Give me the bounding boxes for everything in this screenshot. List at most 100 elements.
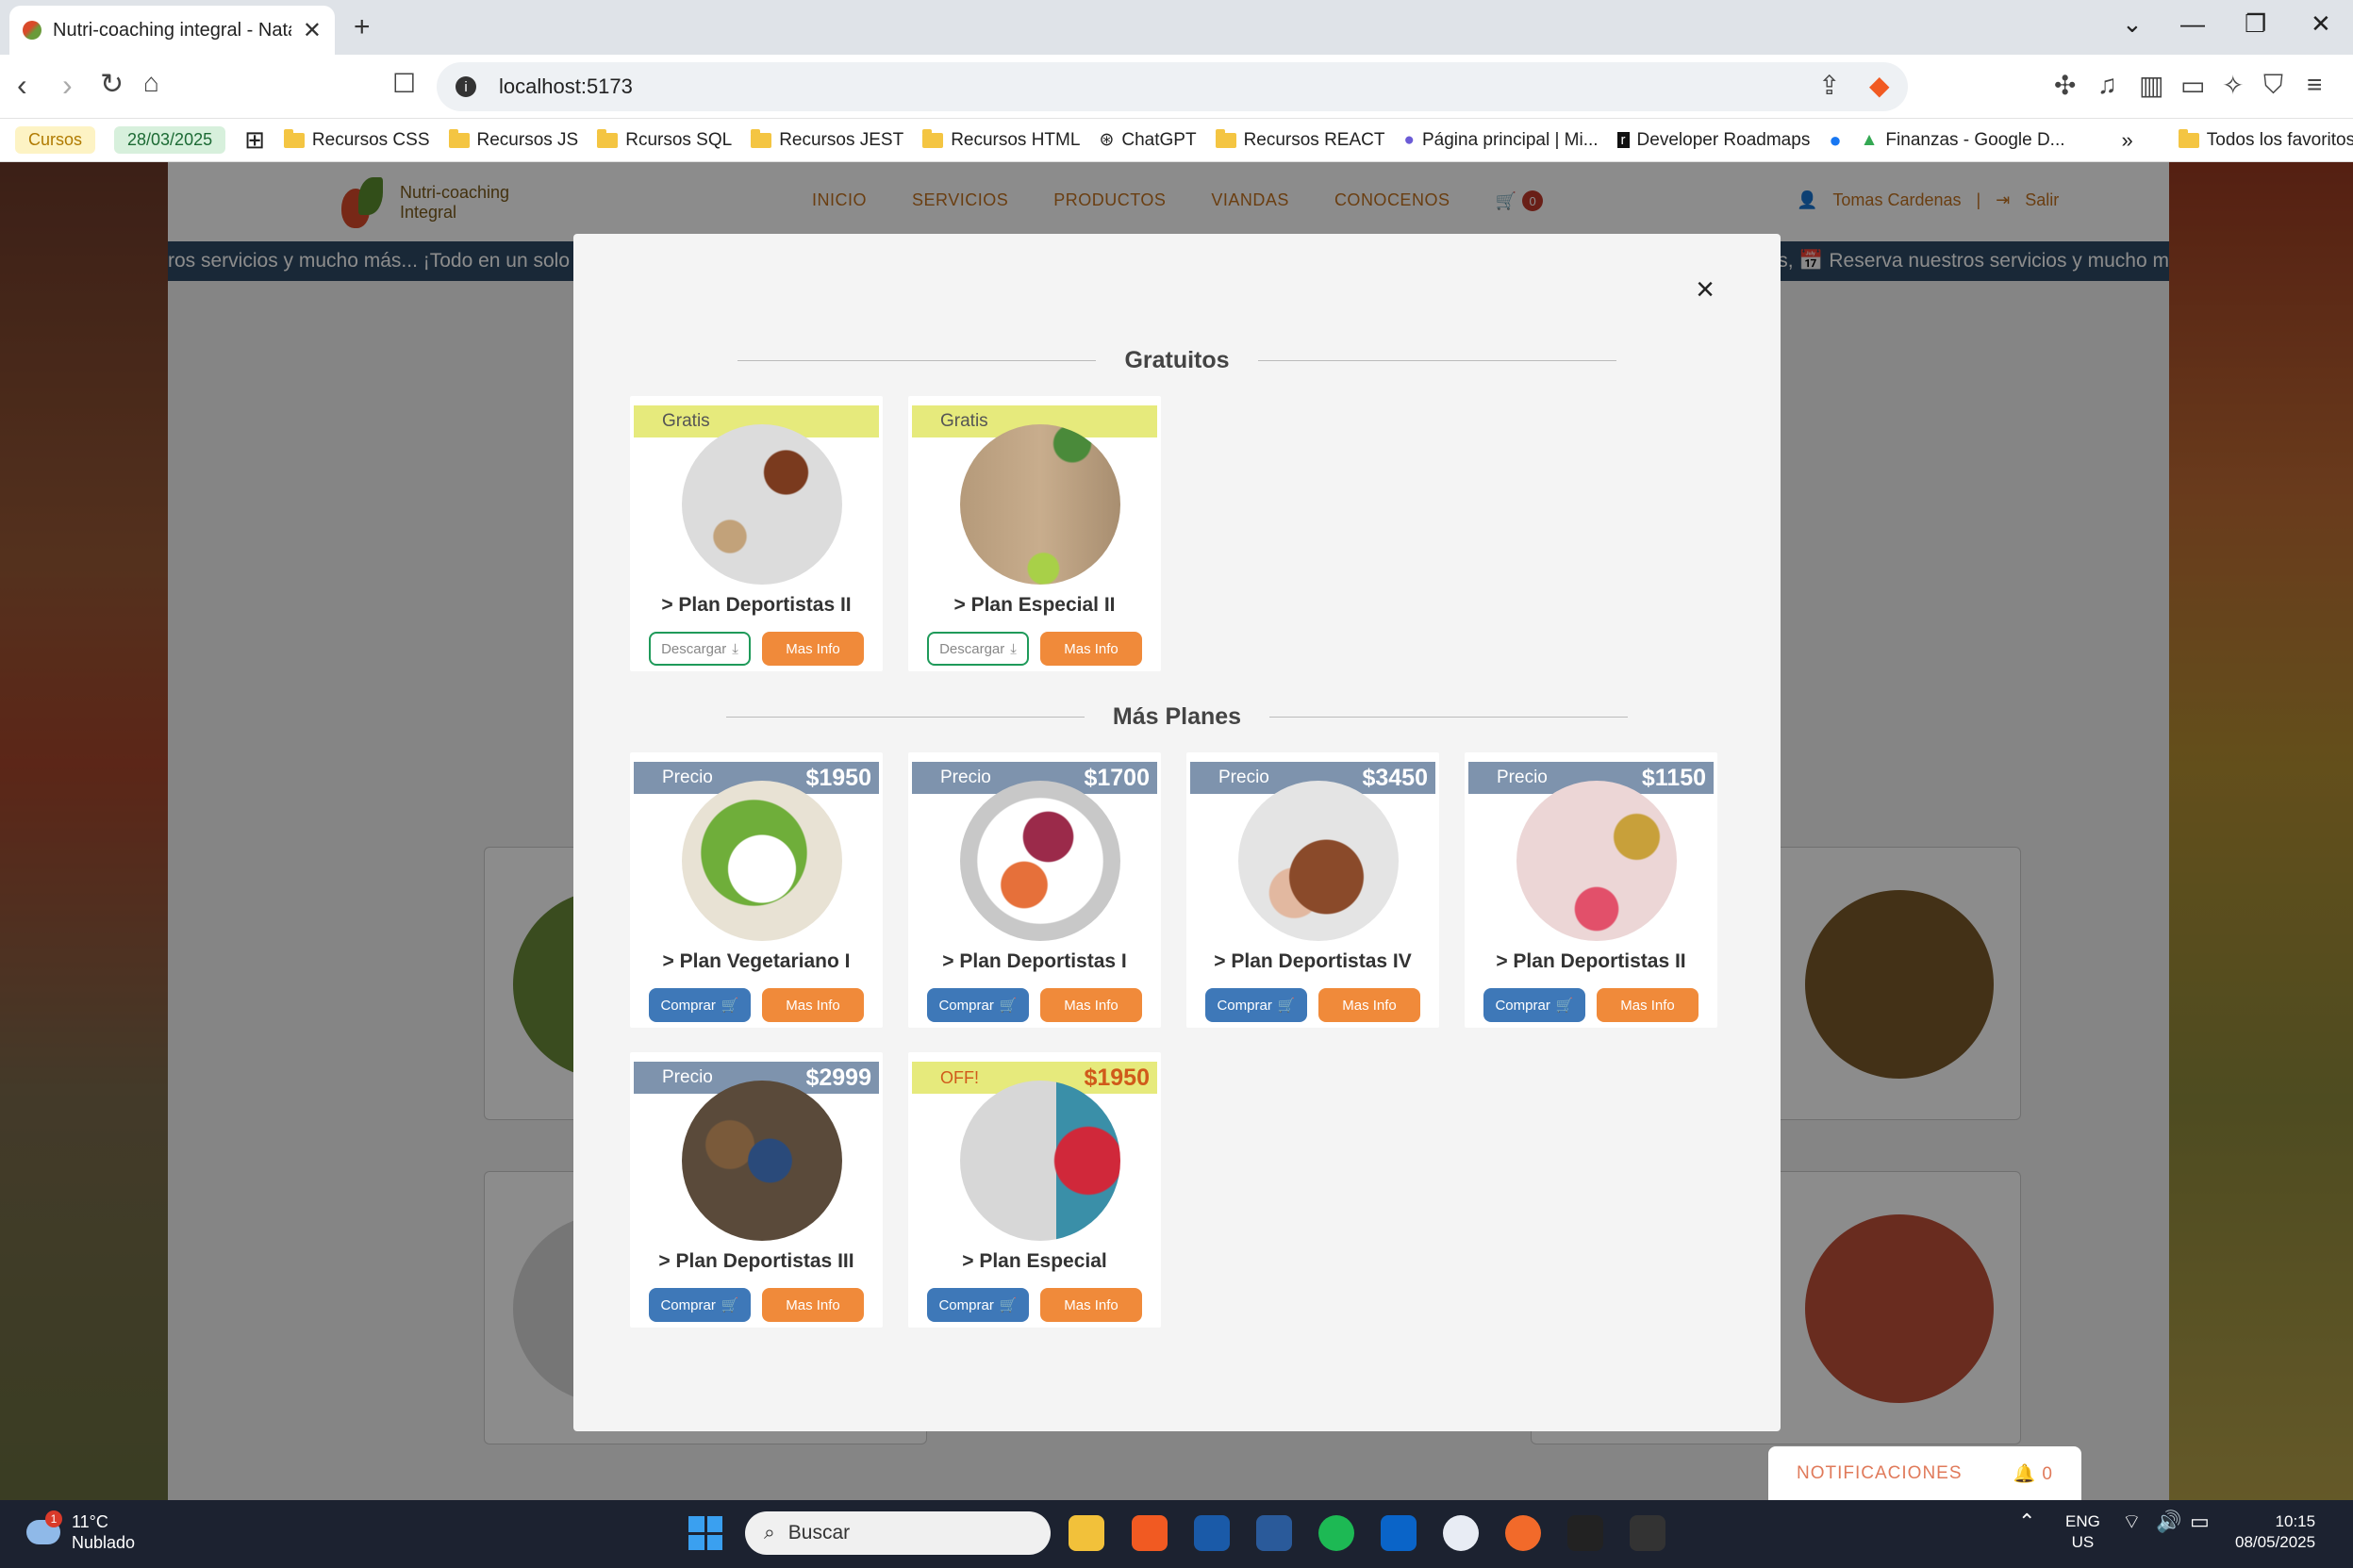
copilot-icon: ● <box>1403 129 1415 150</box>
sidebar-icon[interactable]: ▥ <box>2139 70 2163 101</box>
postman-icon[interactable] <box>1505 1515 1541 1551</box>
buy-button[interactable]: Comprar 🛒 <box>927 988 1029 1022</box>
outlook-icon[interactable] <box>1381 1515 1417 1551</box>
download-label: Descargar <box>939 640 1005 657</box>
app-icon[interactable] <box>1567 1515 1603 1551</box>
battery-icon[interactable]: ▭ <box>2190 1511 2210 1532</box>
browser-tab[interactable]: Nutri-coaching integral - Natas ✕ <box>9 6 335 55</box>
forward-icon[interactable]: › <box>62 68 73 103</box>
close-window-icon[interactable]: ✕ <box>2311 9 2331 39</box>
spotify-icon[interactable] <box>1318 1515 1354 1551</box>
folder-icon <box>283 128 305 148</box>
bookmark-finanzas[interactable]: ▲ Finanzas - Google D... <box>1861 130 2065 151</box>
plan-image <box>682 1081 842 1241</box>
plan-image <box>682 424 842 585</box>
more-info-button[interactable]: Mas Info <box>762 632 864 666</box>
download-button[interactable]: Descargar ⤓ <box>649 632 751 666</box>
more-info-button[interactable]: Mas Info <box>762 1288 864 1322</box>
download-icon: ⤓ <box>1010 640 1017 657</box>
bookmark-folder[interactable]: Recursos CSS <box>283 128 430 151</box>
back-icon[interactable]: ‹ <box>17 68 27 103</box>
clock-date: 08/05/2025 <box>2235 1533 2316 1551</box>
free-plan-card: Gratis > Plan Especial II Descargar ⤓ Mas… <box>908 396 1161 671</box>
brave-shield-icon[interactable]: ◆ <box>1869 70 1890 101</box>
bookmark-roadmaps[interactable]: r Developer Roadmaps <box>1616 129 1811 151</box>
reload-icon[interactable]: ↻ <box>100 68 124 101</box>
bookmark-date[interactable]: 28/03/2025 <box>114 126 226 154</box>
more-info-button[interactable]: Mas Info <box>1318 988 1420 1022</box>
language-indicator[interactable]: ENG US <box>2065 1511 2100 1553</box>
more-info-button[interactable]: Mas Info <box>1040 988 1142 1022</box>
restore-icon[interactable]: ❐ <box>2245 9 2266 39</box>
weather-widget[interactable]: 1 11°C Nublado <box>26 1510 135 1553</box>
download-button[interactable]: Descargar ⤓ <box>927 632 1029 666</box>
plan-image <box>682 781 842 941</box>
more-info-button[interactable]: Mas Info <box>1040 1288 1142 1322</box>
tray-chevron-icon[interactable]: ⌃ <box>2018 1511 2035 1532</box>
bookmark-microsoft[interactable]: ● Página principal | Mi... <box>1403 130 1598 151</box>
buy-button[interactable]: Comprar 🛒 <box>927 1288 1029 1322</box>
buy-button[interactable]: Comprar 🛒 <box>649 988 751 1022</box>
url-field[interactable]: i localhost:5173 <box>437 62 1908 111</box>
minimize-icon[interactable]: — <box>2180 9 2205 39</box>
bookmark-folder[interactable]: Recursos JEST <box>751 128 903 151</box>
home-icon[interactable]: ⌂ <box>143 68 159 98</box>
site-info-icon[interactable]: i <box>456 76 476 97</box>
more-info-button[interactable]: Mas Info <box>762 988 864 1022</box>
plan-name[interactable]: > Plan Especial <box>908 1250 1161 1273</box>
clock[interactable]: 10:15 08/05/2025 <box>2235 1511 2315 1553</box>
wallet-icon[interactable]: ▭ <box>2180 70 2205 101</box>
terminal-icon[interactable] <box>1630 1515 1665 1551</box>
more-info-button[interactable]: Mas Info <box>1040 632 1142 666</box>
bookmark-folder[interactable]: Recursos REACT <box>1215 128 1384 151</box>
app-store-icon[interactable] <box>1443 1515 1479 1551</box>
volume-icon[interactable]: 🔊 <box>2156 1511 2181 1532</box>
notifications-tab[interactable]: NOTIFICACIONES 🔔 0 <box>1768 1446 2081 1500</box>
wifi-icon[interactable]: ⌔ <box>2122 1511 2142 1532</box>
close-tab-icon[interactable]: ✕ <box>303 17 322 44</box>
apps-grid-icon[interactable]: ⊞ <box>244 125 265 155</box>
leo-ai-icon[interactable]: ✧ <box>2222 70 2244 101</box>
buy-button[interactable]: Comprar 🛒 <box>649 1288 751 1322</box>
bookmark-folder[interactable]: Rcursos SQL <box>597 128 732 151</box>
bookmark-chatgpt[interactable]: ⊛ ChatGPT <box>1099 129 1196 151</box>
folder-icon <box>922 128 944 148</box>
plan-name[interactable]: > Plan Deportistas II <box>1465 950 1717 973</box>
search-icon: ⌕ <box>764 1522 775 1543</box>
extensions-icon[interactable]: ✣ <box>2054 70 2076 101</box>
vscode-icon[interactable] <box>1256 1515 1292 1551</box>
bookmark-icon[interactable]: ☐ <box>392 68 416 99</box>
bookmark-all-favorites[interactable]: Todos los favoritos <box>2178 128 2353 151</box>
bookmark-folder[interactable]: Recursos HTML <box>922 128 1080 151</box>
more-info-button[interactable]: Mas Info <box>1597 988 1698 1022</box>
vpn-icon[interactable]: ⛉ <box>2263 70 2283 101</box>
menu-icon[interactable]: ≡ <box>2307 70 2322 100</box>
tab-list-chevron-icon[interactable]: ⌄ <box>2122 9 2143 39</box>
lang-line1: ENG <box>2065 1512 2100 1530</box>
taskbar-search[interactable]: ⌕ Buscar <box>745 1511 1051 1555</box>
file-explorer-icon[interactable] <box>1069 1515 1104 1551</box>
browser-tab-bar: Nutri-coaching integral - Natas ✕ + ⌄ — … <box>0 0 2353 55</box>
brave-browser-icon[interactable] <box>1132 1515 1168 1551</box>
facebook-icon[interactable]: ● <box>1829 128 1841 153</box>
bookmark-label: Finanzas - Google D... <box>1885 129 2065 150</box>
new-tab-icon[interactable]: + <box>354 11 371 43</box>
more-bookmarks-icon[interactable]: » <box>2122 128 2133 153</box>
plan-name[interactable]: > Plan Deportistas I <box>908 950 1161 973</box>
share-icon[interactable]: ⇪ <box>1818 70 1840 101</box>
buy-button[interactable]: Comprar 🛒 <box>1205 988 1307 1022</box>
plan-name[interactable]: > Plan Deportistas IV <box>1186 950 1439 973</box>
plan-name[interactable]: > Plan Especial II <box>908 594 1161 617</box>
buy-button[interactable]: Comprar 🛒 <box>1483 988 1585 1022</box>
download-icon: ⤓ <box>732 640 738 657</box>
bookmark-label: Developer Roadmaps <box>1636 129 1811 150</box>
close-modal-icon[interactable]: × <box>1696 272 1715 308</box>
bookmark-cursos[interactable]: Cursos <box>15 126 96 154</box>
plan-name[interactable]: > Plan Vegetariano I <box>630 950 883 973</box>
start-button-icon[interactable] <box>688 1516 722 1550</box>
app-icon[interactable] <box>1194 1515 1230 1551</box>
bookmark-folder[interactable]: Recursos JS <box>448 128 578 151</box>
media-icon[interactable]: ♫ <box>2097 70 2117 100</box>
plan-name[interactable]: > Plan Deportistas III <box>630 1250 883 1273</box>
plan-name[interactable]: > Plan Deportistas II <box>630 594 883 617</box>
